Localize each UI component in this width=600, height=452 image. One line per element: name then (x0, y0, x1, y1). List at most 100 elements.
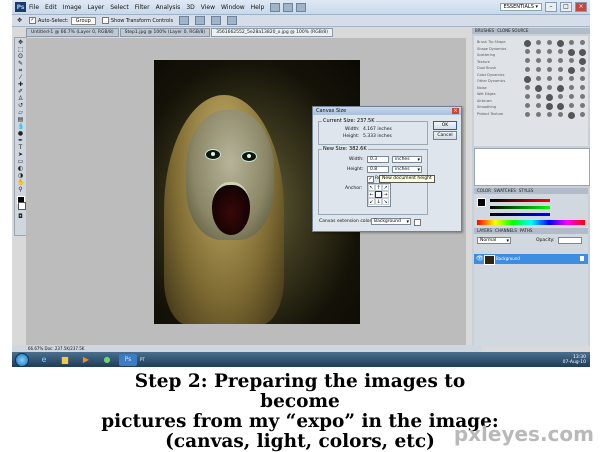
brush-tip[interactable] (544, 49, 554, 56)
tab-brushes[interactable]: BRUSHES (475, 28, 494, 34)
cancel-button[interactable]: Cancel (433, 131, 457, 140)
brush-tip[interactable] (533, 40, 543, 47)
brush-tip[interactable] (533, 103, 543, 110)
menu-3d[interactable]: 3D (186, 4, 194, 11)
brush-tip[interactable] (577, 49, 587, 56)
brush-tip[interactable] (522, 67, 532, 74)
green-slider[interactable] (490, 206, 550, 209)
tab-channels[interactable]: CHANNELS (495, 228, 517, 234)
brush-tip[interactable] (533, 85, 543, 92)
tab-styles[interactable]: STYLES (519, 188, 534, 194)
brush-tip[interactable] (544, 40, 554, 47)
move-tool-icon[interactable]: ✥ (16, 17, 23, 24)
anchor-top-left[interactable]: ↖ (368, 184, 375, 191)
photoshop-taskbar-icon[interactable]: Ps (119, 353, 137, 366)
anchor-grid[interactable]: ↖ ↑ ↗ ← → ↙ ↓ ↘ (367, 183, 391, 207)
show-transform-option[interactable]: Show Transform Controls (101, 17, 173, 24)
anchor-bottom-right[interactable]: ↘ (382, 198, 389, 205)
brush-tip[interactable] (544, 103, 554, 110)
document-canvas[interactable]: Canvas Size × Current Size: 237.5K Width… (26, 38, 466, 345)
extension-color-dropdown[interactable]: Background (371, 218, 411, 225)
distribute-icon[interactable] (227, 16, 238, 25)
menu-file[interactable]: File (29, 4, 39, 11)
menu-analysis[interactable]: Analysis (156, 4, 181, 11)
brush-tip[interactable] (577, 67, 587, 74)
menu-view[interactable]: View (201, 4, 215, 11)
layer-row-background[interactable]: 👁 Background (474, 254, 588, 265)
quick-mask-icon[interactable]: ◘ (17, 214, 24, 220)
brush-tip[interactable] (544, 85, 554, 92)
brush-tip[interactable] (566, 94, 576, 101)
tab-untitled[interactable]: Untitled-1 @ 66.7% (Layer 0, RGB/8) (26, 28, 119, 37)
brush-tip[interactable] (577, 112, 587, 119)
brush-tip[interactable] (577, 40, 587, 47)
auto-select-dropdown[interactable]: Group (70, 16, 96, 25)
brush-tip[interactable] (533, 112, 543, 119)
align-bottom-icon[interactable] (211, 16, 222, 25)
brush-tip[interactable] (522, 112, 532, 119)
background-color-swatch[interactable] (18, 202, 26, 210)
brush-tip[interactable] (566, 67, 576, 74)
anchor-right[interactable]: → (382, 191, 389, 198)
align-top-icon[interactable] (179, 16, 190, 25)
brush-tip[interactable] (533, 58, 543, 65)
brush-tip[interactable] (533, 49, 543, 56)
tab-swatches[interactable]: SWATCHES (494, 188, 516, 194)
brush-tip[interactable] (544, 58, 554, 65)
anchor-top-right[interactable]: ↗ (382, 184, 389, 191)
start-button[interactable] (15, 352, 29, 367)
brush-tip[interactable] (566, 49, 576, 56)
anchor-bottom-left[interactable]: ↙ (368, 198, 375, 205)
brush-tip[interactable] (533, 76, 543, 83)
brush-tip[interactable] (566, 76, 576, 83)
brush-tip[interactable] (522, 103, 532, 110)
tab-color[interactable]: COLOR (477, 188, 491, 194)
menu-window[interactable]: Window (221, 4, 245, 11)
minimize-button[interactable]: – (545, 2, 557, 12)
menu-layer[interactable]: Layer (87, 4, 104, 11)
width-unit-dropdown[interactable]: inches (392, 156, 422, 163)
tab-photo[interactable]: 3561662552_5e28a13820_o.jpg @ 100% (RGB/… (211, 28, 334, 37)
red-slider[interactable] (490, 199, 550, 202)
brush-tip[interactable] (577, 94, 587, 101)
show-transform-checkbox[interactable] (101, 17, 109, 24)
brush-tip[interactable] (577, 85, 587, 92)
new-width-input[interactable]: 0.3 (367, 156, 389, 163)
brush-tip[interactable] (555, 67, 565, 74)
auto-select-checkbox[interactable]: ✓ (29, 17, 36, 24)
workspace-switcher[interactable]: ESSENTIALS ▾ (499, 3, 542, 11)
brush-tip[interactable] (577, 58, 587, 65)
brush-tip[interactable] (533, 67, 543, 74)
zoom-level-icon[interactable] (296, 2, 307, 12)
color-ramp[interactable] (477, 220, 585, 225)
messenger-icon[interactable]: ● (98, 354, 116, 366)
brush-tip[interactable] (555, 94, 565, 101)
brush-tip[interactable] (566, 40, 576, 47)
explorer-folder-icon[interactable]: ▆ (56, 354, 74, 366)
anchor-bottom[interactable]: ↓ (375, 198, 382, 205)
brush-tip[interactable] (555, 40, 565, 47)
brush-tip[interactable] (544, 67, 554, 74)
color-panel-fg-swatch[interactable] (477, 198, 486, 207)
brush-tip[interactable] (566, 103, 576, 110)
anchor-left[interactable]: ← (368, 191, 375, 198)
brush-tip[interactable] (522, 40, 532, 47)
brush-tip[interactable] (555, 112, 565, 119)
brush-tip[interactable] (544, 112, 554, 119)
internet-explorer-icon[interactable]: e (35, 354, 53, 366)
maximize-button[interactable]: □ (560, 2, 572, 12)
brush-tip[interactable] (522, 85, 532, 92)
auto-select-option[interactable]: ✓ Auto-Select: Group (29, 16, 96, 25)
brush-tip[interactable] (566, 58, 576, 65)
brush-tip[interactable] (522, 49, 532, 56)
brush-tip[interactable] (555, 76, 565, 83)
brush-tip[interactable] (522, 76, 532, 83)
brush-tip[interactable] (566, 85, 576, 92)
zoom-tool[interactable]: ⚲ (17, 187, 24, 193)
tray-language[interactable]: PT (140, 357, 145, 362)
brush-tip[interactable] (544, 76, 554, 83)
ok-button[interactable]: OK (433, 121, 457, 130)
brush-tip[interactable] (555, 49, 565, 56)
brush-setting-item[interactable]: Protect Texture (477, 111, 519, 118)
brush-tip[interactable] (577, 103, 587, 110)
